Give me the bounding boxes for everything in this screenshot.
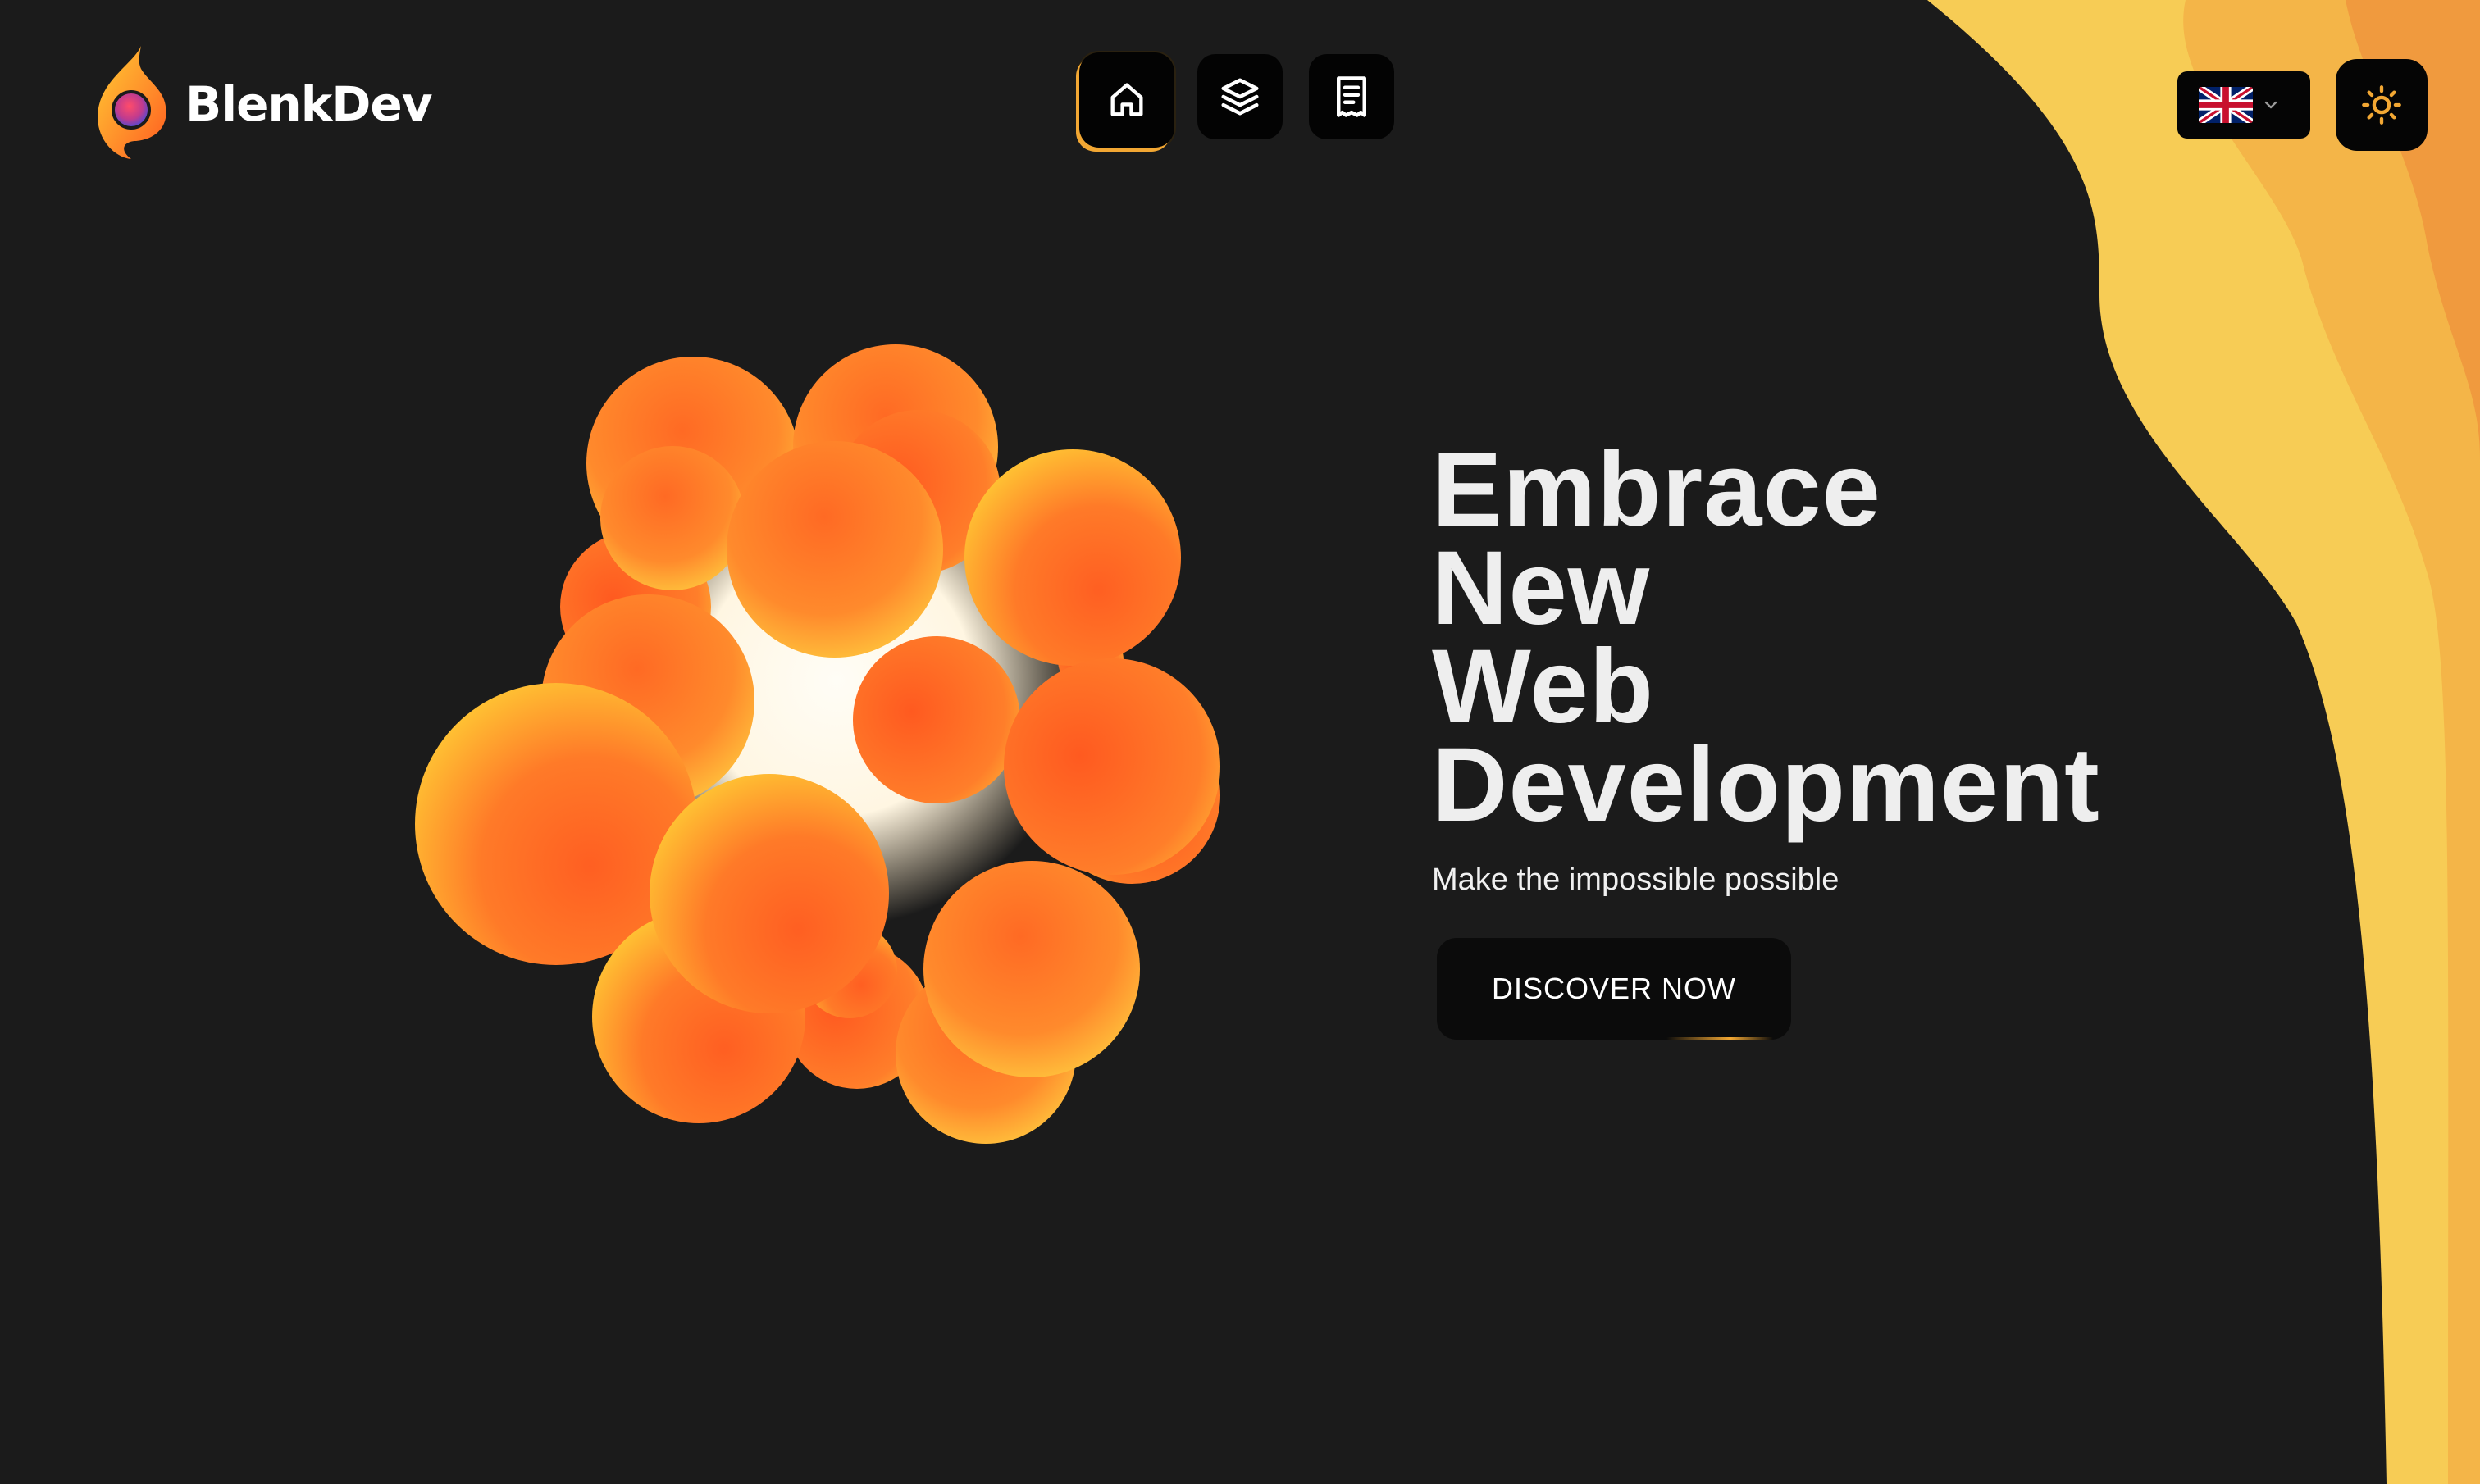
- flame-logo-icon: [98, 46, 166, 159]
- theme-toggle-button[interactable]: [2336, 59, 2428, 151]
- brand-name: BlenkDev: [185, 76, 433, 132]
- sun-icon: [2362, 85, 2401, 125]
- hero-title-line: Web: [1432, 628, 1654, 745]
- discover-now-button[interactable]: DISCOVER NOW: [1437, 938, 1791, 1040]
- chevron-down-icon: [2264, 101, 2277, 109]
- hero-title-line: Embrace: [1432, 431, 1881, 549]
- hero-title-line: Development: [1432, 726, 2100, 844]
- nav-home-button[interactable]: [1079, 52, 1174, 148]
- uk-flag-icon: [2199, 87, 2253, 123]
- language-selector[interactable]: [2177, 71, 2310, 139]
- home-icon: [1110, 83, 1143, 116]
- nav-services-button[interactable]: [1197, 54, 1283, 139]
- hero-section: Embrace New Web Development Make the imp…: [1432, 431, 2236, 898]
- layers-icon: [1221, 78, 1259, 116]
- document-icon: [1337, 76, 1366, 117]
- landing-page: BlenkDev Embrace New Web Development Mak…: [0, 0, 2480, 1484]
- nav-documents-button[interactable]: [1309, 54, 1394, 139]
- hero-title-line: New: [1432, 530, 1651, 647]
- orb-cluster-illustration: [415, 344, 1220, 1144]
- hero-subtitle: Make the impossible possible: [1432, 863, 1839, 897]
- brand-logo[interactable]: BlenkDev: [93, 44, 433, 164]
- hero-title: Embrace New Web Development: [1432, 431, 2236, 844]
